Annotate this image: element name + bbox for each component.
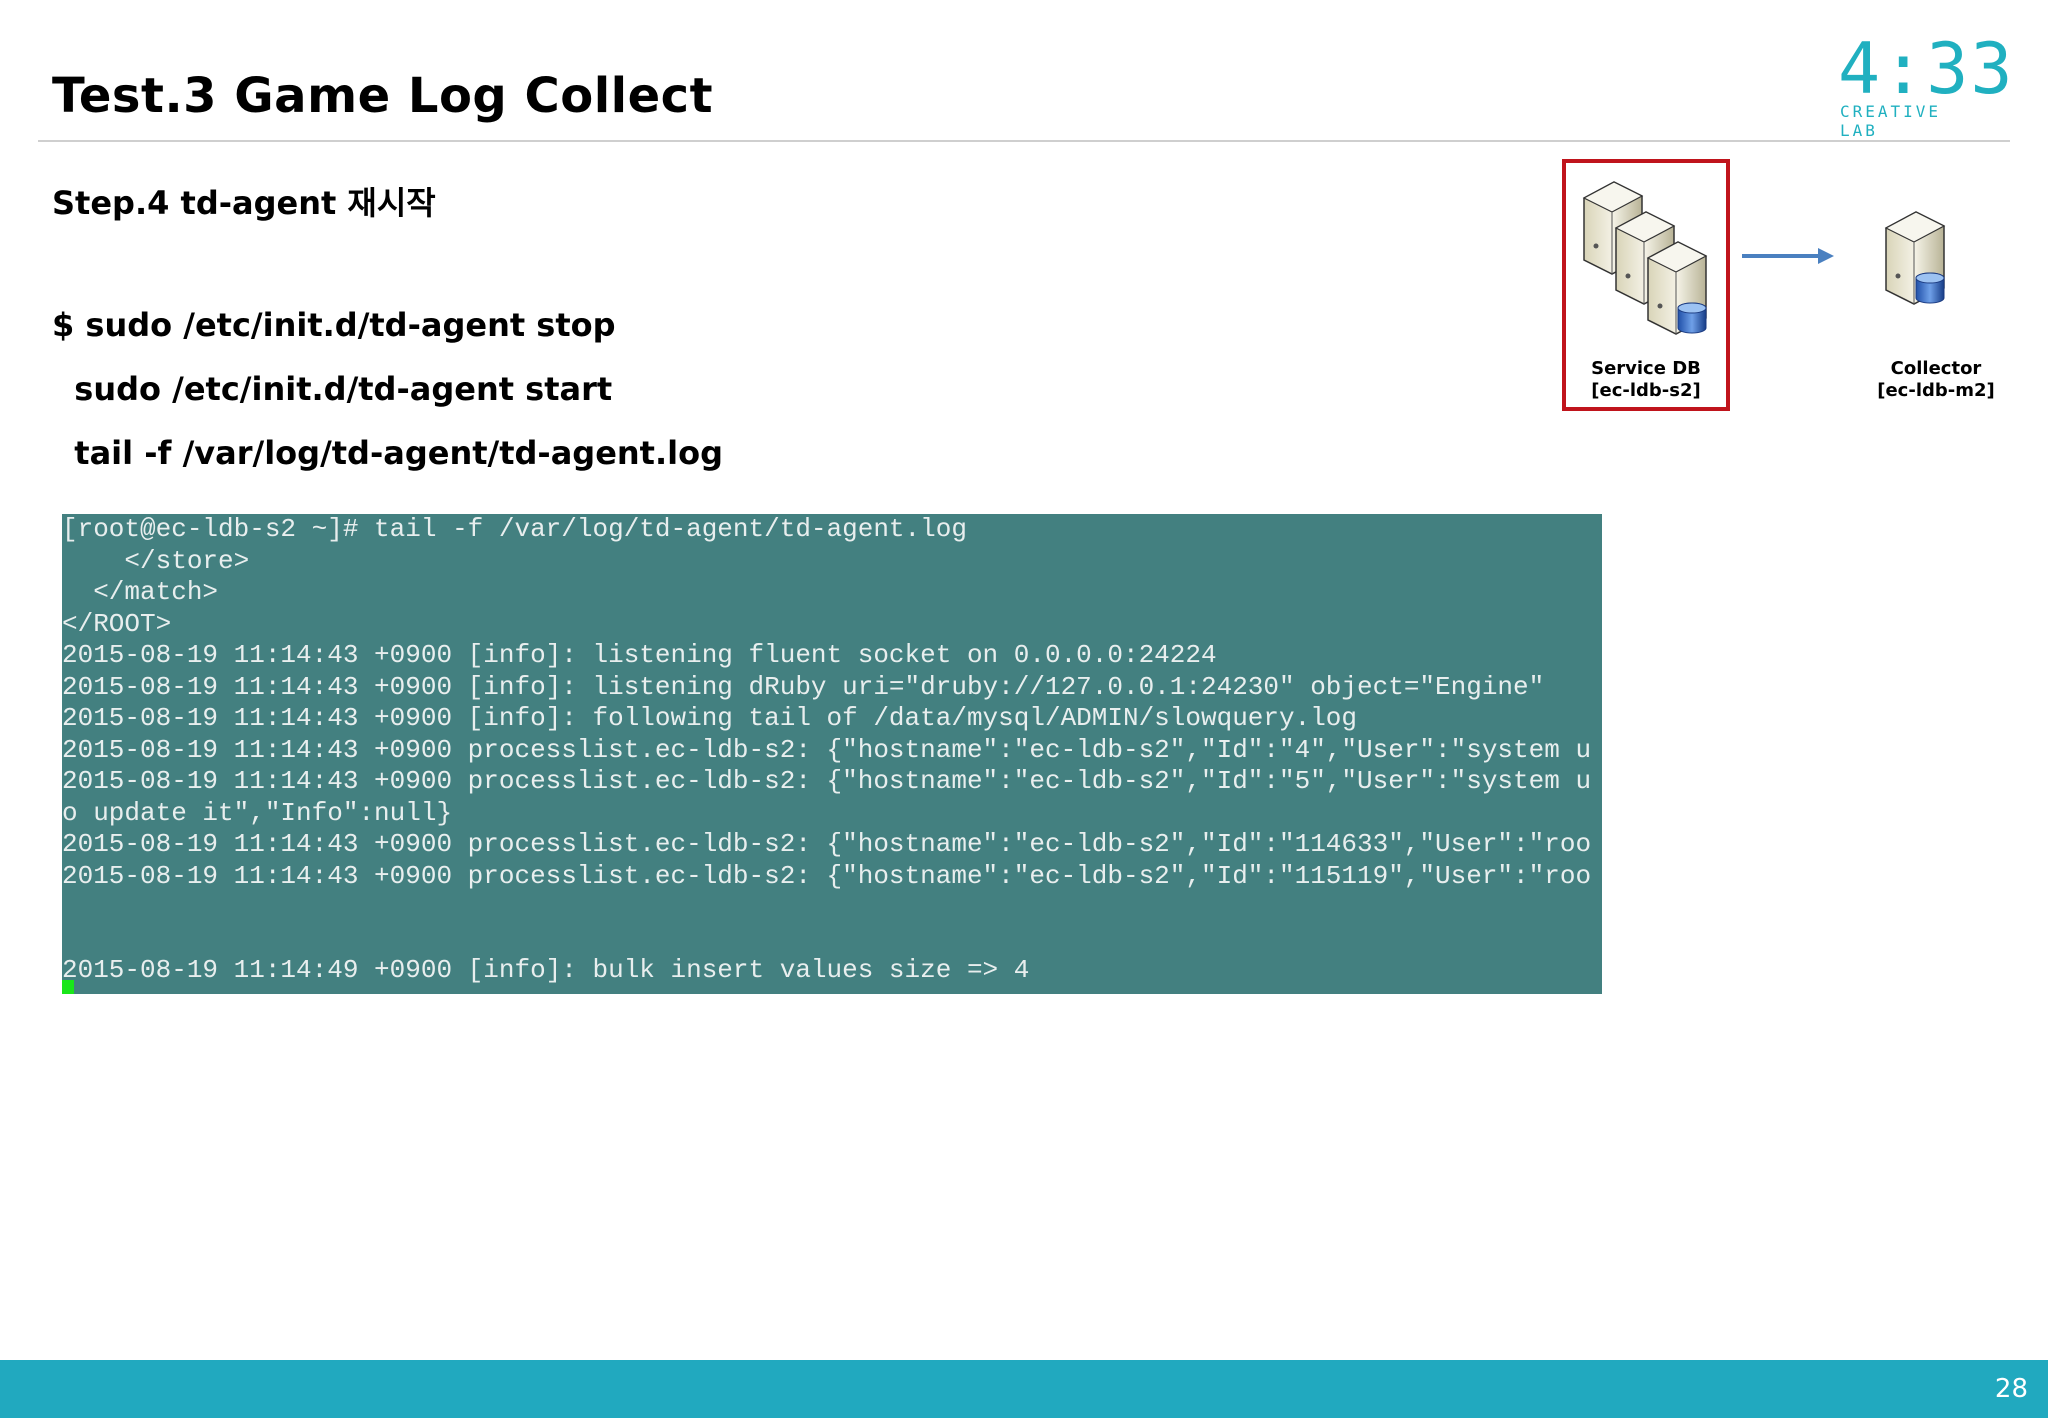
command-line-2: sudo /etc/init.d/td-agent start <box>52 370 613 408</box>
logo-digits: 4:33 <box>1838 28 2015 110</box>
step-heading: Step.4 td-agent 재시작 <box>52 184 436 222</box>
terminal-line: 2015-08-19 11:14:49 +0900 [info]: bulk i… <box>62 955 1030 985</box>
footer-bar: 28 <box>0 1360 2048 1418</box>
terminal-line: 2015-08-19 11:14:43 +0900 [info]: listen… <box>62 640 1217 670</box>
terminal-line: 2015-08-19 11:14:43 +0900 processlist.ec… <box>62 829 1592 859</box>
service-db-host: [ec-ldb-s2] <box>1591 380 1701 401</box>
logo-subtitle: CREATIVE LAB <box>1840 102 1942 140</box>
command-line-3: tail -f /var/log/td-agent/td-agent.log <box>52 434 723 472</box>
arrow-right-icon <box>1742 248 1834 264</box>
service-db-icon <box>1582 181 1708 335</box>
command-line-1: $ sudo /etc/init.d/td-agent stop <box>52 306 616 344</box>
terminal-output: [root@ec-ldb-s2 ~]# tail -f /var/log/td-… <box>62 514 1602 994</box>
terminal-line: [root@ec-ldb-s2 ~]# tail -f /var/log/td-… <box>62 514 967 544</box>
terminal-line: </ROOT> <box>62 609 172 639</box>
terminal-line: o update it","Info":null} <box>62 798 453 828</box>
terminal-line: 2015-08-19 11:14:43 +0900 [info]: listen… <box>62 672 1545 702</box>
terminal-line: </store> <box>62 546 250 576</box>
collector-host: [ec-ldb-m2] <box>1877 380 1995 401</box>
terminal-cursor <box>62 980 74 994</box>
collector-server-icon <box>1884 211 1946 305</box>
title-divider <box>38 140 2010 142</box>
page-number: 28 <box>1994 1374 2028 1404</box>
collector-name: Collector <box>1890 358 1982 379</box>
terminal-line: </match> <box>62 577 219 607</box>
terminal-line: 2015-08-19 11:14:43 +0900 processlist.ec… <box>62 766 1592 796</box>
slide-title: Test.3 Game Log Collect <box>52 68 714 124</box>
company-logo: 4:33 CREATIVE LAB <box>1838 34 2013 140</box>
terminal-line: 2015-08-19 11:14:43 +0900 processlist.ec… <box>62 861 1592 891</box>
terminal-line: 2015-08-19 11:14:43 +0900 [info]: follow… <box>62 703 1358 733</box>
service-db-name: Service DB <box>1591 358 1701 379</box>
terminal-line: 2015-08-19 11:14:43 +0900 processlist.ec… <box>62 735 1592 765</box>
